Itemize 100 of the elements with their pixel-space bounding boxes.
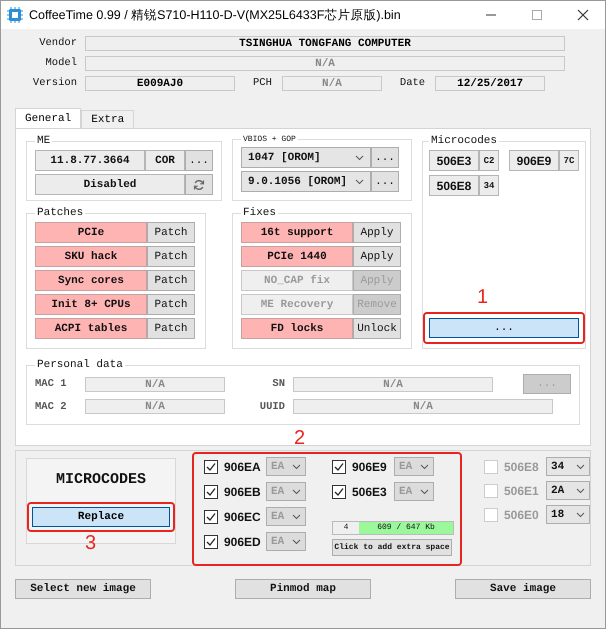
chevron-down-icon	[576, 488, 585, 494]
patch-status: PCIe	[35, 222, 147, 243]
platform-id: C2	[479, 150, 499, 171]
refresh-icon	[193, 178, 205, 190]
microcode-label: 506E8	[504, 460, 540, 474]
patch-button[interactable]: Patch	[147, 270, 195, 291]
chevron-down-icon	[292, 514, 301, 520]
patch-button[interactable]: Patch	[147, 318, 195, 339]
group-title: Fixes	[242, 207, 278, 219]
field-label: Date	[400, 77, 426, 89]
refresh-button[interactable]	[185, 174, 213, 195]
fix-status: FD locks	[241, 318, 353, 339]
field-label: PCH	[253, 77, 272, 89]
chevron-down-icon	[576, 464, 585, 470]
microcode-label: 906EA	[224, 460, 260, 474]
field-label: MAC 2	[35, 400, 68, 412]
patch-status: Sync cores	[35, 270, 147, 291]
microcode-label: 506E0	[504, 508, 540, 522]
fix-status: ME Recovery	[241, 294, 353, 315]
fix-status: NO_CAP fix	[241, 270, 353, 291]
chevron-down-icon	[420, 464, 429, 470]
fix-status: PCIe 1440	[241, 246, 353, 267]
group-title: Personal data	[36, 359, 124, 371]
microcode-label: 506E1	[504, 484, 540, 498]
more-button[interactable]: ...	[429, 318, 579, 338]
read-only-field: N/A	[85, 376, 225, 392]
fix-button[interactable]: Apply	[353, 222, 401, 243]
tab[interactable]: General	[15, 108, 82, 128]
read-only-field: N/A	[293, 399, 553, 414]
fix-status: 16t support	[241, 222, 353, 243]
patch-status: Init 8+ CPUs	[35, 294, 147, 315]
patch-status: ACPI tables	[35, 318, 147, 339]
read-only-field: N/A	[293, 376, 493, 392]
chevron-down-icon	[576, 512, 585, 518]
chevron-down-icon	[355, 154, 364, 160]
read-only-field: TSINGHUA TONGFANG COMPUTER	[85, 36, 565, 50]
read-only-field: N/A	[282, 76, 382, 90]
callout-number: 2	[294, 428, 306, 448]
fix-button[interactable]: Apply	[353, 246, 401, 267]
checkbox[interactable]	[204, 534, 218, 548]
read-only-field: N/A	[85, 56, 565, 70]
checkbox[interactable]	[204, 484, 218, 498]
dropdown[interactable]: 2A	[546, 481, 590, 500]
chevron-down-icon	[292, 464, 301, 470]
chevron-down-icon	[292, 488, 301, 494]
action-button[interactable]: Pinmod map	[235, 579, 371, 599]
checkbox[interactable]	[332, 460, 346, 474]
field-label: Model	[44, 57, 77, 69]
me-state-field: Disabled	[35, 174, 185, 195]
field-label: Vendor	[38, 37, 77, 49]
microcode-label: 506E3	[352, 484, 388, 498]
section-title: MICROCODES	[56, 470, 146, 488]
field-label: MAC 1	[35, 378, 68, 390]
microcode-label: 906EB	[224, 484, 260, 498]
read-only-field: 12/25/2017	[435, 76, 546, 90]
platform-id: 7C	[559, 150, 579, 171]
microcode-label: 906EC	[224, 510, 260, 524]
more-button[interactable]: ...	[185, 150, 213, 171]
patch-button[interactable]: Patch	[147, 246, 195, 267]
patch-button[interactable]: Patch	[147, 294, 195, 315]
replace-button[interactable]: Replace	[32, 506, 170, 526]
chip-icon	[7, 7, 23, 23]
checkbox[interactable]	[332, 484, 346, 498]
microcode-label: 906E9	[352, 460, 388, 474]
vbios-dropdown[interactable]: 1047 [OROM]	[241, 147, 371, 168]
checkbox[interactable]	[204, 510, 218, 524]
callout-number: 3	[85, 532, 96, 552]
microcode-id: 506E3	[429, 150, 479, 171]
more-button[interactable]: ...	[371, 171, 399, 192]
sku-field: COR	[145, 150, 185, 171]
patch-button[interactable]: Patch	[147, 222, 195, 243]
chevron-down-icon	[420, 488, 429, 494]
checkbox[interactable]	[204, 460, 218, 474]
action-button[interactable]: Select new image	[15, 579, 151, 599]
read-only-field: E009AJ0	[85, 76, 235, 90]
field-label: Version	[32, 77, 77, 89]
fix-button[interactable]: Unlock	[353, 318, 401, 339]
group-title: ME	[36, 135, 52, 147]
action-button[interactable]: Save image	[455, 579, 591, 599]
microcode-label: 906ED	[224, 534, 260, 548]
window-title: CoffeeTime 0.99 / 精锐S710-H110-D-V(MX25L6433F芯片原版).bin	[29, 6, 401, 24]
field-label: UUID	[258, 400, 285, 412]
dropdown[interactable]: 18	[546, 505, 590, 524]
chevron-down-icon	[355, 178, 364, 184]
chevron-down-icon	[292, 538, 301, 544]
tab[interactable]: Extra	[81, 110, 134, 128]
patch-status: SKU hack	[35, 246, 147, 267]
extra-space-button[interactable]: Click to add extra space	[332, 539, 452, 556]
dropdown[interactable]: 34	[546, 457, 590, 476]
platform-id: 34	[479, 175, 499, 196]
microcode-id: 906E9	[509, 150, 559, 171]
group-title: VBIOS + GOP	[242, 135, 297, 144]
version-field: 11.8.77.3664	[35, 150, 145, 171]
group-title: Patches	[36, 207, 84, 219]
callout-number: 1	[477, 287, 488, 307]
microcode-id: 506E8	[429, 175, 479, 196]
more-button[interactable]: ...	[371, 147, 399, 168]
close-icon[interactable]	[577, 9, 589, 21]
gop-dropdown[interactable]: 9.0.1056 [OROM]	[241, 171, 371, 192]
group-title: Microcodes	[430, 135, 498, 147]
